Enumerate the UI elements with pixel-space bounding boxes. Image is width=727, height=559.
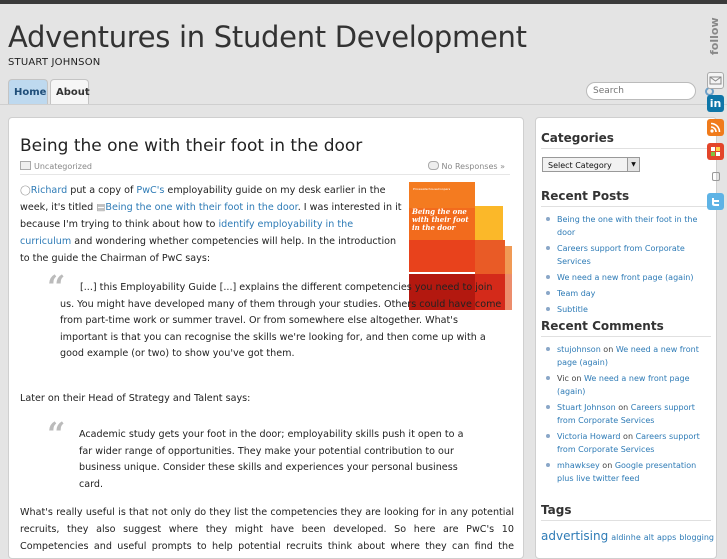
follow-label: follow (708, 17, 721, 55)
search-input[interactable] (586, 82, 696, 100)
list-item[interactable]: Team day (542, 287, 712, 300)
blockquote-chairman: [...] this Employability Guide [...] exp… (60, 282, 502, 359)
list-item[interactable]: We need a new front page (again) (542, 271, 712, 284)
tag-link[interactable]: blogging (679, 533, 714, 542)
lock-icon (712, 172, 720, 181)
list-item[interactable]: Careers support from Corporate Services (542, 242, 712, 268)
stumbleupon-icon[interactable] (707, 143, 724, 160)
tag-link[interactable]: alt (644, 533, 654, 542)
comment-icon (427, 161, 439, 170)
comment-author[interactable]: stujohnson (557, 345, 601, 354)
list-item[interactable]: Subtitle (542, 303, 712, 316)
list-item: mhawksey on Google presentation plus liv… (542, 459, 712, 485)
category-icon (20, 161, 31, 170)
post-panel: Being the one with their foot in the doo… (8, 117, 524, 559)
divider (541, 336, 711, 337)
divider (541, 148, 711, 149)
divider (541, 206, 711, 207)
tab-about[interactable]: About (50, 79, 90, 104)
post-title[interactable]: Being the one with their foot in the doo… (20, 136, 362, 156)
category-link[interactable]: Uncategorized (34, 162, 92, 171)
meta-divider (20, 174, 510, 175)
blockquote-strategy: Academic study gets your foot in the doo… (79, 429, 464, 490)
post-responses: No Responses » (427, 161, 505, 171)
cover-title: Being the one with their foot in the doo… (412, 207, 469, 232)
responses-link[interactable]: No Responses » (442, 162, 505, 171)
list-item: Stuart Johnson on Careers support from C… (542, 401, 712, 427)
header-divider (0, 104, 727, 105)
author-link[interactable]: Richard (31, 185, 67, 196)
comment-author[interactable]: Victoria Howard (557, 432, 621, 441)
cover-small-text: PricewaterhouseCoopers (413, 187, 451, 191)
site-description: STUART JOHNSON (8, 57, 101, 68)
tag-link[interactable]: advertising (541, 529, 608, 543)
list-item[interactable]: Being the one with their foot in the doo… (542, 213, 712, 239)
comment-author[interactable]: mhawksey (557, 461, 600, 470)
competencies-paragraph: What's really useful is that not only do… (20, 507, 514, 552)
tag-link[interactable]: apps (657, 533, 676, 542)
tag-cloud: advertising aldinhe alt apps blogging (541, 529, 716, 543)
post-category: Uncategorized (20, 161, 92, 171)
user-icon: ◯ (20, 185, 31, 196)
recent-posts-title: Recent Posts (541, 189, 630, 203)
list-item: stujohnson on We need a new front page (… (542, 343, 712, 369)
list-item: Victoria Howard on Careers support from … (542, 430, 712, 456)
twitter-icon[interactable] (707, 193, 724, 210)
site-title[interactable]: Adventures in Student Development (8, 20, 527, 54)
top-bar (0, 0, 727, 4)
tags-title: Tags (541, 503, 572, 517)
categories-title: Categories (541, 131, 614, 145)
recent-comments-title: Recent Comments (541, 319, 664, 333)
divider (541, 520, 711, 521)
rss-icon[interactable] (707, 119, 724, 136)
chevron-down-icon: ▼ (627, 158, 639, 171)
quote-mark-icon: “ (47, 415, 66, 453)
recent-comments-list: stujohnson on We need a new front page (… (542, 343, 712, 488)
comment-author: Vic (557, 374, 569, 383)
pwc-link[interactable]: PwC's (136, 185, 164, 196)
category-select[interactable]: Select Category ▼ (542, 157, 640, 172)
comment-author[interactable]: Stuart Johnson (557, 403, 616, 412)
guide-link[interactable]: Being the one with their foot in the doo… (105, 202, 297, 213)
email-icon[interactable] (707, 72, 724, 89)
tab-home[interactable]: Home (8, 79, 48, 104)
recent-posts-list: Being the one with their foot in the doo… (542, 213, 712, 319)
strategy-paragraph: Later on their Head of Strategy and Tale… (20, 393, 251, 404)
list-item: Vic on We need a new front page (again) (542, 372, 712, 398)
linkedin-icon[interactable]: in (707, 95, 724, 112)
tag-link[interactable]: aldinhe (611, 533, 641, 542)
intro-paragraph: ◯Richard put a copy of PwC's employabili… (20, 185, 402, 264)
sidebar: Categories Select Category ▼ Recent Posts… (535, 117, 717, 559)
